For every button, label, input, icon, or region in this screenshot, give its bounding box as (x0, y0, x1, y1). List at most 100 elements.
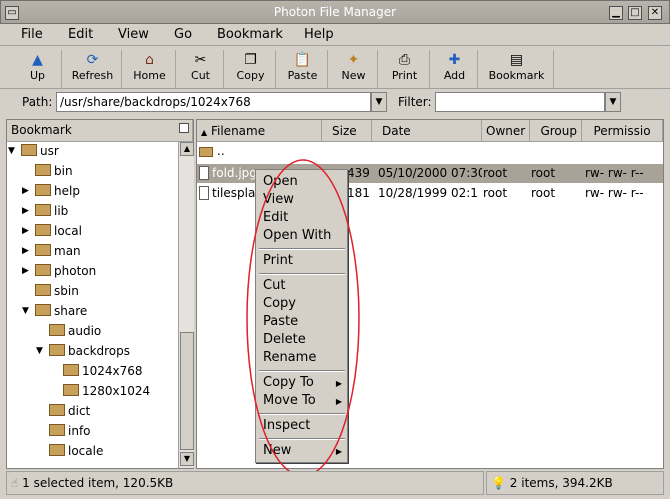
maximize-icon[interactable]: □ (628, 6, 642, 20)
menu-item-delete[interactable]: Delete (263, 332, 306, 347)
pane-toggle-icon[interactable] (179, 123, 189, 133)
menu-bar: File Edit View Go Bookmark Help (0, 24, 670, 46)
menu-item-paste[interactable]: Paste (263, 314, 298, 329)
file-perms: rw- rw- r-- (585, 186, 644, 200)
path-input[interactable]: /usr/share/backdrops/1024x768 (56, 92, 371, 112)
bookmark-button[interactable]: ▤ Bookmark (480, 50, 554, 88)
scroll-thumb[interactable] (180, 332, 194, 450)
menu-item-open-with[interactable]: Open With (263, 228, 331, 243)
tree-item[interactable]: audio (49, 324, 101, 342)
menu-separator (259, 273, 345, 275)
home-button[interactable]: ⌂ Home (124, 50, 176, 88)
paste-label: Paste (287, 69, 318, 82)
folder-icon (21, 144, 37, 156)
folder-icon (35, 264, 51, 276)
tree-item[interactable]: ▼ share (22, 304, 87, 322)
menu-item-move-to[interactable]: Move To (263, 393, 316, 408)
tree-item[interactable]: ▶ photon (22, 264, 96, 282)
status-left-text: 1 selected item, 120.5KB (22, 476, 174, 490)
copy-button[interactable]: ❐ Copy (226, 50, 276, 88)
tree-item[interactable]: info (49, 424, 91, 442)
tree-item[interactable]: ▶ help (22, 184, 80, 202)
filter-input[interactable] (435, 92, 605, 112)
title-bar[interactable]: ▭ Photon File Manager ▁ □ ✕ (0, 0, 670, 24)
collapsed-arrow-icon[interactable]: ▶ (22, 266, 32, 276)
status-right-text: 2 items, 394.2KB (509, 476, 613, 490)
tree-item[interactable]: ▼ backdrops (36, 344, 130, 362)
menu-item-new[interactable]: New (263, 443, 291, 458)
minimize-icon[interactable]: ▁ (609, 6, 623, 20)
new-button[interactable]: ✦ New (330, 50, 378, 88)
add-label: Add (443, 69, 466, 82)
tree-scrollbar[interactable]: ▲ ▼ (178, 142, 194, 468)
tree-item[interactable]: ▶ lib (22, 204, 69, 222)
home-label: Home (133, 69, 166, 82)
scroll-down-button[interactable]: ▼ (180, 452, 194, 466)
expanded-arrow-icon[interactable]: ▼ (36, 346, 46, 356)
tree-item[interactable]: dict (49, 404, 90, 422)
file-size: 181 (347, 186, 370, 200)
print-label: Print (391, 69, 418, 82)
bookmark-header: Bookmark (7, 120, 193, 142)
col-permissions-label: Permissio (593, 124, 651, 138)
col-owner[interactable]: Owner (482, 120, 530, 142)
tree-item-label: dict (68, 404, 91, 418)
tree-item-label: lib (54, 204, 69, 218)
collapsed-arrow-icon[interactable]: ▶ (22, 206, 32, 216)
menu-item-open[interactable]: Open (263, 174, 298, 189)
scroll-up-button[interactable]: ▲ (180, 142, 194, 156)
menu-item-edit[interactable]: Edit (263, 210, 288, 225)
refresh-button[interactable]: ⟳ Refresh (64, 50, 122, 88)
menu-item-view[interactable]: View (263, 192, 294, 207)
collapsed-arrow-icon[interactable]: ▶ (22, 186, 32, 196)
menu-item-copy[interactable]: Copy (263, 296, 296, 311)
sort-up-icon: ▲ (201, 128, 208, 137)
tree-item[interactable]: ▶ local (22, 224, 82, 242)
file-name: fold.jpg (212, 166, 257, 180)
menu-item-print[interactable]: Print (263, 253, 293, 268)
print-button[interactable]: ⎙ Print (380, 50, 430, 88)
collapsed-arrow-icon[interactable]: ▶ (22, 246, 32, 256)
menu-item-inspect[interactable]: Inspect (263, 418, 310, 433)
menu-help[interactable]: Help (304, 27, 334, 42)
file-icon (199, 166, 209, 180)
filter-dropdown-button[interactable]: ▼ (605, 92, 621, 112)
menu-edit[interactable]: Edit (68, 27, 93, 42)
menu-item-rename[interactable]: Rename (263, 350, 316, 365)
folder-icon (35, 184, 51, 196)
menu-file[interactable]: File (21, 27, 43, 42)
col-group[interactable]: Group (530, 120, 582, 142)
menu-item-cut[interactable]: Cut (263, 278, 285, 293)
close-icon[interactable]: ✕ (648, 6, 662, 20)
print-icon: ⎙ (398, 52, 411, 68)
expanded-arrow-icon[interactable]: ▼ (8, 146, 18, 156)
menu-item-copy-to[interactable]: Copy To (263, 375, 314, 390)
cut-button[interactable]: ✂ Cut (178, 50, 224, 88)
path-dropdown-button[interactable]: ▼ (371, 92, 387, 112)
table-row[interactable]: .. (197, 144, 663, 163)
col-size[interactable]: Size (322, 120, 372, 142)
tree-item[interactable]: sbin (35, 284, 79, 302)
tree-item[interactable]: 1024x768 (63, 364, 143, 382)
menu-bookmark[interactable]: Bookmark (217, 27, 283, 42)
tree-item[interactable]: bin (35, 164, 73, 182)
folder-icon (49, 424, 65, 436)
tree-item-label: man (54, 244, 81, 258)
up-button[interactable]: ▲ Up (14, 50, 62, 88)
col-filename[interactable]: ▲ Filename (197, 120, 322, 142)
menu-view[interactable]: View (118, 27, 149, 42)
tree-item[interactable]: ▼ usr (8, 144, 59, 162)
col-date[interactable]: Date (372, 120, 482, 142)
tree-item[interactable]: 1280x1024 (63, 384, 150, 402)
paste-button[interactable]: 📋 Paste (278, 50, 328, 88)
expanded-arrow-icon[interactable]: ▼ (22, 306, 32, 316)
add-button[interactable]: ✚ Add (432, 50, 478, 88)
tree-item[interactable]: ▶ man (22, 244, 81, 262)
tree-item-label: 1280x1024 (82, 384, 151, 398)
menu-separator (259, 248, 345, 250)
collapsed-arrow-icon[interactable]: ▶ (22, 226, 32, 236)
menu-go[interactable]: Go (174, 27, 192, 42)
tree-item[interactable]: locale (49, 444, 103, 462)
tree-item-label: 1024x768 (82, 364, 143, 378)
col-permissions[interactable]: Permissio (582, 120, 663, 142)
